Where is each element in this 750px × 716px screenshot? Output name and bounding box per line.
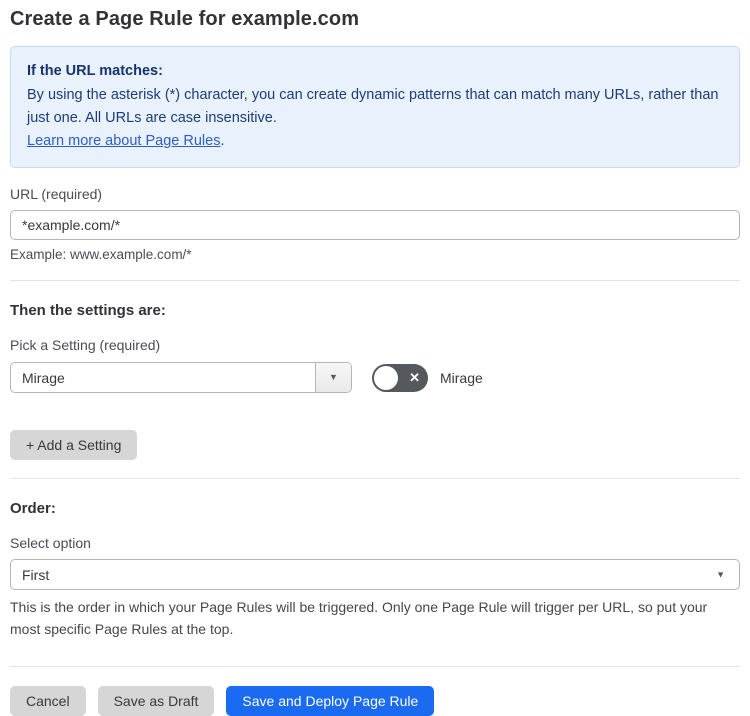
caret-down-icon: ▼ [329,372,338,382]
mirage-toggle-label: Mirage [440,369,483,386]
order-select[interactable]: First ▼ [10,559,740,590]
page-title: Create a Page Rule for example.com [10,8,360,30]
url-input[interactable] [10,210,740,240]
learn-more-link[interactable]: Learn more about Page Rules [27,133,220,149]
info-box-heading: If the URL matches: [27,63,163,79]
link-suffix: . [220,133,225,149]
page-rule-form: Create a Page Rule for example.com If th… [0,0,750,716]
setting-select-value: Mirage [22,369,65,386]
save-draft-button[interactable]: Save as Draft [97,686,215,716]
section-divider [10,280,740,281]
setting-row: Mirage ▼ ✕ Mirage [10,362,740,393]
setting-select[interactable]: Mirage ▼ [10,362,352,393]
url-field-label: URL (required) [10,186,103,202]
section-divider [10,478,740,479]
setting-select-arrow-button[interactable]: ▼ [315,363,351,392]
url-example-helper: Example: www.example.com/* [10,247,192,262]
cancel-button[interactable]: Cancel [10,686,86,716]
caret-down-icon: ▼ [716,569,725,579]
settings-section-heading: Then the settings are: [10,302,166,319]
save-deploy-button[interactable]: Save and Deploy Page Rule [226,686,435,716]
toggle-off-x-icon: ✕ [409,369,420,385]
order-select-label: Select option [10,535,91,551]
footer-divider [10,666,740,667]
info-box-link-line: Learn more about Page Rules. [27,130,723,153]
url-match-info-box: If the URL matches: By using the asteris… [10,46,740,168]
mirage-toggle[interactable]: ✕ [372,363,428,392]
order-helper-text: This is the order in which your Page Rul… [10,599,708,637]
pick-setting-label: Pick a Setting (required) [10,337,161,353]
toggle-knob [374,365,398,390]
footer-actions: Cancel Save as Draft Save and Deploy Pag… [10,686,740,716]
add-setting-button[interactable]: + Add a Setting [10,430,138,460]
order-section-heading: Order: [10,500,56,517]
info-box-body: By using the asterisk (*) character, you… [27,87,719,126]
order-select-value: First [22,566,50,583]
